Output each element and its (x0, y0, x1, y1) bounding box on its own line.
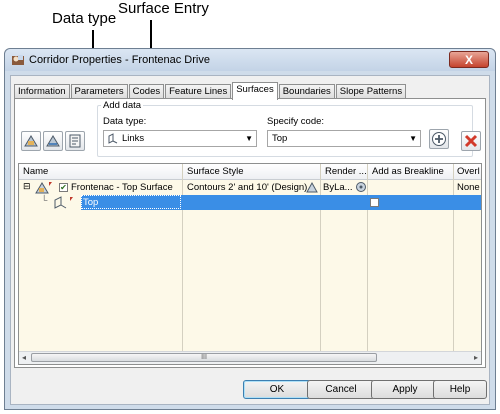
chevron-down-icon: ▼ (409, 134, 417, 143)
surface-name: Frontenac - Top Surface (71, 182, 173, 193)
surface-visibility-checkbox[interactable]: ✔ (59, 183, 68, 192)
create-surface-icon (24, 135, 38, 147)
data-type-label: Data type: (103, 116, 147, 127)
links-tree-icon (54, 196, 73, 209)
help-button[interactable]: Help (433, 380, 487, 399)
callout-data-type: Data type (52, 10, 117, 27)
collapse-tree-icon[interactable]: ⊟ (23, 181, 31, 192)
create-surface-button[interactable] (21, 131, 41, 151)
data-type-value: Links (122, 133, 145, 144)
links-icon (108, 133, 118, 144)
overhang-correction-value[interactable]: None (457, 182, 480, 193)
render-material-value[interactable]: ByLa... (323, 182, 353, 193)
specify-code-dropdown[interactable]: Top ▼ (267, 130, 421, 147)
tab-slope-patterns[interactable]: Slope Patterns (335, 84, 407, 99)
corridor-app-icon (12, 55, 24, 65)
render-material-icon[interactable] (355, 181, 367, 193)
tab-codes[interactable]: Codes (128, 84, 165, 99)
surfaces-grid: Name Surface Style Render ... Add as Bre… (18, 163, 482, 365)
callout-surface-entry: Surface Entry (118, 0, 209, 17)
scroll-left-icon[interactable]: ◂ (22, 352, 26, 364)
scroll-right-icon[interactable]: ▸ (474, 352, 478, 364)
data-type-dropdown[interactable]: Links ▼ (103, 130, 257, 147)
tab-surfaces[interactable]: Surfaces (232, 82, 278, 100)
add-surface-item-button[interactable] (429, 129, 449, 149)
column-header-render[interactable]: Render ... (325, 166, 367, 177)
surface-tree-icon (35, 182, 52, 194)
window-close-button[interactable]: X (449, 51, 489, 68)
apply-button[interactable]: Apply (371, 380, 439, 399)
scrollbar-thumb[interactable]: III (31, 353, 377, 362)
grid-header: Name Surface Style Render ... Add as Bre… (19, 164, 481, 180)
tab-parameters[interactable]: Parameters (70, 84, 128, 99)
horizontal-scrollbar[interactable]: ◂ III ▸ (19, 351, 481, 364)
focus-rectangle (81, 195, 181, 209)
column-header-add-as-breakline[interactable]: Add as Breakline (372, 166, 444, 177)
dialog-client-area: Information Parameters Codes Feature Lin… (10, 75, 490, 405)
specify-code-value: Top (272, 133, 288, 144)
surfaces-tab-page: Add data Data type: Links ▼ Specify code… (14, 98, 486, 368)
style-edit-icon[interactable] (306, 181, 318, 193)
surface-style-button[interactable] (43, 131, 63, 151)
add-as-breakline-checkbox[interactable] (370, 198, 379, 207)
title-bar[interactable]: Corridor Properties - Frontenac Drive X (5, 49, 495, 71)
tab-boundaries[interactable]: Boundaries (278, 84, 335, 99)
plus-icon (432, 132, 446, 146)
column-header-surface-style[interactable]: Surface Style (187, 166, 244, 177)
surface-style-value[interactable]: Contours 2' and 10' (Design) (187, 182, 307, 193)
tree-connector: └ (41, 195, 48, 205)
surface-properties-button[interactable] (65, 131, 85, 151)
column-header-name[interactable]: Name (23, 166, 48, 177)
tab-information[interactable]: Information (14, 84, 70, 99)
column-header-overhang[interactable]: Overl (457, 166, 480, 177)
cancel-button[interactable]: Cancel (307, 380, 375, 399)
tab-feature-lines[interactable]: Feature Lines (165, 84, 232, 99)
surface-style-icon (46, 135, 60, 147)
chevron-down-icon: ▼ (245, 134, 253, 143)
window-title: Corridor Properties - Frontenac Drive (29, 54, 210, 66)
remove-surface-item-button[interactable] (461, 131, 481, 151)
ok-button[interactable]: OK (243, 380, 311, 399)
corridor-properties-window: Corridor Properties - Frontenac Drive X … (4, 48, 496, 410)
specify-code-label: Specify code: (267, 116, 325, 127)
table-row-surface[interactable]: ⊟ ✔ Frontenac - Top Surface Contours 2' … (19, 180, 481, 195)
delete-x-icon (464, 134, 478, 148)
tab-strip: Information Parameters Codes Feature Lin… (14, 82, 407, 100)
surface-properties-icon (69, 134, 81, 148)
add-data-group-label: Add data (101, 100, 144, 111)
